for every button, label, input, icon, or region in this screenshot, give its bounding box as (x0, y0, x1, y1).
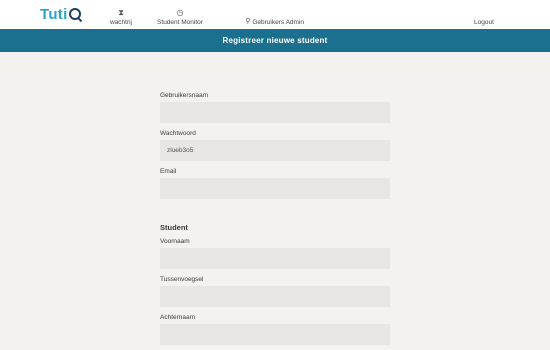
firstname-field[interactable] (160, 248, 390, 269)
logout-label: Logout (474, 19, 494, 26)
page-title-bar: Registreer nieuwe student (0, 29, 550, 52)
password-field[interactable] (160, 140, 390, 161)
username-field[interactable] (160, 102, 390, 123)
nav-gebruikers-admin-label: Gebruikers Admin (252, 19, 304, 26)
infix-field[interactable] (160, 286, 390, 307)
nav-gebruikers-admin[interactable]: ⚲ Gebruikers Admin (228, 0, 304, 29)
tutiq-logo[interactable]: Tuti (40, 5, 81, 23)
lastname-label: Achternaam (160, 314, 196, 321)
nav-wachtrij-label: wachtrij (109, 19, 133, 26)
logo-magnifier-icon (68, 8, 81, 20)
lastname-field[interactable] (160, 324, 390, 345)
infix-label: Tussenvoegsel (160, 276, 204, 283)
nav-student-monitor[interactable]: ◷ Student Monitor (151, 0, 209, 29)
email-field[interactable] (160, 178, 390, 199)
page-title: Registreer nieuwe student (222, 36, 328, 45)
logo-text: Tuti (40, 5, 68, 23)
password-label: Wachtwoord (160, 130, 196, 137)
email-label: Email (160, 168, 177, 175)
logout-link[interactable]: Logout (466, 0, 502, 29)
search-icon: ⚲ (245, 18, 251, 25)
nav-student-monitor-label: Student Monitor (157, 19, 203, 26)
username-label: Gebruikersnaam (160, 92, 209, 99)
nav-wachtrij[interactable]: ⧗ wachtrij (100, 0, 142, 29)
student-section-title: Student (160, 223, 188, 232)
hourglass-icon: ⧗ (118, 8, 124, 17)
top-navbar: Tuti ⧗ wachtrij ◷ Student Monitor ⚲ Gebr… (0, 0, 550, 29)
firstname-label: Voornaam (160, 238, 190, 245)
clock-icon: ◷ (176, 8, 184, 17)
